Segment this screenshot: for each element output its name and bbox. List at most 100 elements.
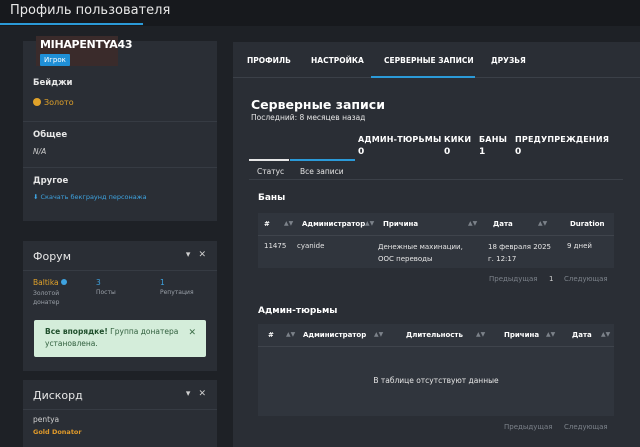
- tab-profile[interactable]: ПРОФИЛЬ: [247, 56, 291, 65]
- ban-date-line1: 18 февраля 2025: [488, 243, 552, 251]
- records-panel: ПРОФИЛЬ НАСТРОЙКА СЕРВЕРНЫЕ ЗАПИСИ ДРУЗЬ…: [233, 42, 640, 447]
- close-icon[interactable]: ✕: [198, 389, 206, 399]
- badges-title: Бейджи: [33, 78, 73, 88]
- table-header-divider: [258, 346, 614, 347]
- bans-page-1[interactable]: 1: [549, 275, 553, 283]
- general-value: N/A: [33, 147, 47, 156]
- jails-prev-button[interactable]: Предыдущая: [504, 423, 552, 431]
- sort-icon[interactable]: ▲▼: [601, 331, 610, 338]
- col-id[interactable]: #: [264, 220, 270, 228]
- collapse-icon[interactable]: ▾: [186, 389, 191, 399]
- ban-reason: Денежные махинации, ООС переводы: [378, 241, 463, 265]
- sort-icon[interactable]: ▲▼: [286, 331, 295, 338]
- forum-title: Форум: [33, 250, 71, 263]
- counter-warnings-label: ПРЕДУПРЕЖДЕНИЯ: [515, 135, 610, 144]
- jails-table: # ▲▼ Администратор ▲▼ Длительность ▲▼ Пр…: [258, 324, 614, 416]
- page-title-underline: [0, 23, 143, 25]
- username: MIHAPENTYA43: [40, 38, 133, 51]
- verified-icon: [60, 279, 67, 285]
- general-title: Общее: [33, 130, 68, 140]
- col-admin[interactable]: Администратор: [303, 331, 366, 339]
- divider: [23, 121, 217, 122]
- other-title: Другое: [33, 176, 69, 186]
- sort-icon[interactable]: ▲▼: [365, 220, 374, 227]
- sort-icon[interactable]: ▲▼: [468, 220, 477, 227]
- gold-badge-label: Золото: [44, 98, 74, 107]
- active-tab-indicator: [371, 76, 475, 78]
- profile-tabs: ПРОФИЛЬ НАСТРОЙКА СЕРВЕРНЫЕ ЗАПИСИ ДРУЗЬ…: [233, 42, 640, 78]
- records-title: Серверные записи: [251, 97, 385, 112]
- col-id[interactable]: #: [268, 331, 274, 339]
- forum-user-role-line1: Золотой: [33, 290, 60, 297]
- download-icon: ⬇: [33, 193, 41, 201]
- col-duration[interactable]: Длительность: [406, 331, 463, 339]
- profile-panel: MIHAPENTYA43 Игрок Бейджи Золото Общее N…: [23, 36, 217, 221]
- posts-label: Посты: [96, 289, 116, 296]
- forum-user-role: Золотой донатер: [33, 289, 59, 307]
- bans-prev-button[interactable]: Предыдущая: [489, 275, 537, 283]
- bans-next-button[interactable]: Следующая: [564, 275, 608, 283]
- forum-username-label: Baltika: [33, 278, 59, 287]
- tab-settings[interactable]: НАСТРОЙКА: [311, 56, 364, 65]
- col-reason[interactable]: Причина: [383, 220, 418, 228]
- gold-badge: Золото: [33, 98, 74, 107]
- empty-table-message: В таблице отсутствуют данные: [373, 376, 499, 385]
- subtab-status-indicator: [249, 159, 289, 161]
- reputation-label: Репутация: [160, 289, 194, 296]
- ban-duration: 9 дней: [567, 242, 592, 250]
- col-duration[interactable]: Duration: [570, 220, 605, 228]
- divider: [23, 167, 217, 168]
- bans-title: Баны: [258, 193, 286, 203]
- ban-id: 11475: [264, 242, 287, 250]
- forum-username[interactable]: Baltika: [33, 278, 67, 287]
- sort-icon[interactable]: ▲▼: [538, 220, 547, 227]
- download-link-label: Скачать бекграунд персонажа: [40, 193, 147, 201]
- table-header-divider: [258, 235, 614, 236]
- counter-warnings-value: 0: [515, 147, 522, 157]
- close-icon[interactable]: ✕: [198, 250, 206, 260]
- download-background-link[interactable]: ⬇ Скачать бекграунд персонажа: [33, 193, 147, 201]
- discord-role: Gold Donator: [33, 428, 82, 436]
- collapse-icon[interactable]: ▾: [186, 250, 191, 260]
- ban-date-line2: г. 12:17: [488, 255, 517, 263]
- role-badge: Игрок: [40, 54, 70, 66]
- jails-next-button[interactable]: Следующая: [564, 423, 608, 431]
- discord-panel: Дискорд ▾ ✕ pentya Gold Donator: [23, 380, 217, 447]
- tab-friends[interactable]: ДРУЗЬЯ: [491, 56, 526, 65]
- sort-icon[interactable]: ▲▼: [546, 331, 555, 338]
- ban-reason-line2: ООС переводы: [378, 255, 433, 263]
- col-admin[interactable]: Администратор: [302, 220, 365, 228]
- col-reason[interactable]: Причина: [504, 331, 539, 339]
- sort-icon[interactable]: ▲▼: [374, 331, 383, 338]
- subtab-status[interactable]: Статус: [257, 167, 284, 176]
- subtab-all-indicator: [290, 159, 355, 161]
- forum-user-role-line2: донатер: [33, 299, 60, 306]
- posts-count: 3: [96, 278, 101, 287]
- sort-icon[interactable]: ▲▼: [476, 331, 485, 338]
- page-title: Профиль пользователя: [10, 3, 171, 18]
- tab-server-records[interactable]: СЕРВЕРНЫЕ ЗАПИСИ: [384, 56, 474, 65]
- jails-title: Админ-тюрьмы: [258, 306, 338, 316]
- forum-panel: Форум ▾ ✕ Baltika Золотой донатер 3 Посты …: [23, 241, 217, 371]
- sort-icon[interactable]: ▲▼: [284, 220, 293, 227]
- counter-kicks-label: КИКИ: [444, 135, 472, 144]
- discord-username: pentya: [33, 415, 60, 424]
- ban-date: 18 февраля 2025 г. 12:17: [488, 241, 551, 265]
- counter-jails-label: АДМИН-ТЮРЬМЫ: [358, 135, 442, 144]
- counter-kicks-value: 0: [444, 147, 451, 157]
- discord-title: Дискорд: [33, 389, 83, 402]
- records-last: Последний: 8 месяцев назад: [251, 113, 366, 122]
- col-date[interactable]: Дата: [572, 331, 592, 339]
- alert-title: Все впорядке!: [45, 327, 108, 336]
- success-alert: Все впорядке! Группа донатера установлен…: [34, 320, 206, 357]
- col-date[interactable]: Дата: [493, 220, 513, 228]
- ban-reason-line1: Денежные махинации,: [378, 243, 463, 251]
- discord-header: Дискорд ▾ ✕: [23, 380, 217, 410]
- reputation-count: 1: [160, 278, 165, 287]
- forum-header: Форум ▾ ✕: [23, 241, 217, 271]
- subtab-all-records[interactable]: Все записи: [300, 167, 344, 176]
- coin-icon: [33, 98, 41, 106]
- ban-admin: cyanide: [297, 242, 325, 250]
- alert-close-icon[interactable]: ✕: [188, 328, 196, 338]
- counter-bans-value: 1: [479, 147, 486, 157]
